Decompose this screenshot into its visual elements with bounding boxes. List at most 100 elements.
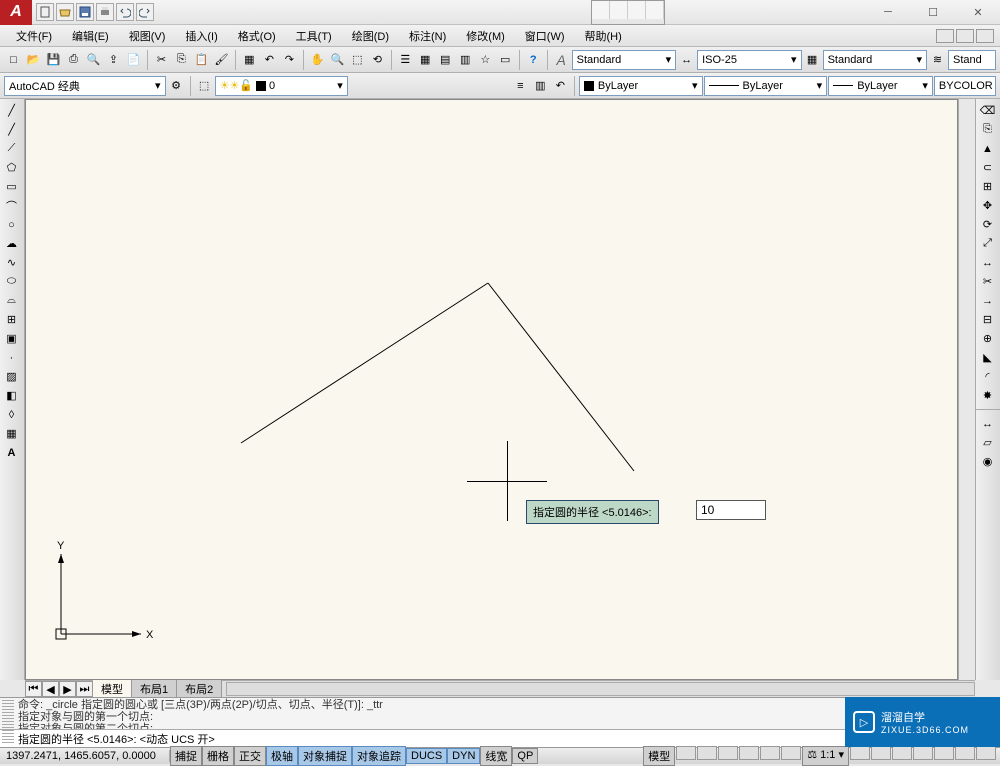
offset-icon[interactable]: ⊂ [976, 158, 999, 177]
tab-last-icon[interactable]: ⏭ [76, 681, 93, 697]
polygon-icon[interactable]: ⬠ [0, 158, 23, 177]
qat-open-icon[interactable] [56, 3, 74, 21]
model-space-button[interactable]: 模型 [643, 746, 675, 766]
point-icon[interactable]: · [0, 348, 23, 367]
cmd-grip-icon[interactable] [2, 700, 14, 744]
isolate-icon[interactable] [955, 746, 975, 760]
props-icon[interactable]: ☰ [396, 50, 415, 70]
layer-iso-icon[interactable]: ▥ [531, 76, 550, 96]
copy-obj-icon[interactable]: ⎘ [976, 120, 999, 139]
ellipse-icon[interactable]: ⬭ [0, 272, 23, 291]
workspace-combo[interactable]: AutoCAD 经典 ▾ [4, 76, 166, 96]
tab-next-icon[interactable]: ▶ [59, 681, 76, 697]
line-icon[interactable]: ╱ [0, 101, 23, 120]
trim-icon[interactable]: ✂ [976, 272, 999, 291]
stretch-icon[interactable]: ↔ [976, 253, 999, 272]
fillet-icon[interactable]: ◜ [976, 367, 999, 386]
pan-icon[interactable]: ✋ [308, 50, 327, 70]
polar-toggle[interactable]: 极轴 [266, 746, 298, 766]
explode-icon[interactable]: ✸ [976, 386, 999, 405]
pan-status-icon[interactable] [718, 746, 738, 760]
markup-icon[interactable]: ☆ [476, 50, 495, 70]
dyn-toggle[interactable]: DYN [447, 748, 480, 764]
cut-icon[interactable]: ✂ [152, 50, 171, 70]
textstyle-icon[interactable]: A [552, 50, 571, 70]
ellipse-arc-icon[interactable]: ⌓ [0, 291, 23, 310]
menu-window[interactable]: 窗口(W) [515, 26, 575, 46]
hw-accel-icon[interactable] [934, 746, 954, 760]
qp-toggle[interactable]: QP [512, 748, 538, 764]
copy-icon[interactable]: ⎘ [172, 50, 191, 70]
tab-layout2[interactable]: 布局2 [177, 680, 222, 698]
plot-icon[interactable]: 📄 [124, 50, 143, 70]
layer-props-icon[interactable]: ⬚ [195, 76, 214, 96]
menu-file[interactable]: 文件(F) [6, 26, 62, 46]
sheet-icon[interactable]: ▥ [456, 50, 475, 70]
menu-dim[interactable]: 标注(N) [399, 26, 456, 46]
showmotion-icon[interactable] [781, 746, 801, 760]
tab-model[interactable]: 模型 [93, 680, 132, 698]
minimize-button[interactable]: ─ [866, 0, 910, 25]
zoom-win-icon[interactable]: ⬚ [348, 50, 367, 70]
insert-icon[interactable]: ⊞ [0, 310, 23, 329]
snap-toggle[interactable]: 捕捉 [170, 746, 202, 766]
cleanscreen-icon[interactable] [976, 746, 996, 760]
paste-icon[interactable]: 📋 [192, 50, 211, 70]
doc-close-icon[interactable] [976, 29, 994, 43]
quickview-layouts-icon[interactable] [676, 746, 696, 760]
ws-switch-icon[interactable] [892, 746, 912, 760]
extend-icon[interactable]: → [976, 291, 999, 310]
block-make-icon[interactable]: ▣ [0, 329, 23, 348]
close-button[interactable]: ✕ [956, 0, 1000, 25]
dist-icon[interactable]: ↔ [976, 414, 999, 433]
arc-icon[interactable]: ⌒ [0, 196, 23, 215]
plotstyle-combo[interactable]: BYCOLOR [934, 76, 996, 96]
region-icon[interactable]: ◊ [0, 405, 23, 424]
mlstyle-icon[interactable]: ≋ [928, 50, 947, 70]
coordinates-display[interactable]: 1397.2471, 1465.6057, 0.0000 [0, 750, 170, 762]
tab-layout1[interactable]: 布局1 [132, 680, 177, 698]
tablestyle-icon[interactable]: ▦ [803, 50, 822, 70]
workspace-gear-icon[interactable]: ⚙ [167, 76, 186, 96]
dcenter-icon[interactable]: ▦ [416, 50, 435, 70]
maximize-button[interactable]: ☐ [911, 0, 955, 25]
erase-icon[interactable]: ⌫ [976, 101, 999, 120]
undo-icon[interactable]: ↶ [260, 50, 279, 70]
horizontal-scrollbar[interactable] [226, 682, 975, 696]
drawing-canvas[interactable]: 指定圆的半径 <5.0146>: X Y [25, 99, 958, 680]
pointer-icon[interactable] [610, 1, 628, 19]
annoscale-combo[interactable]: ⚖ 1:1 ▾ [802, 746, 849, 766]
ml-style-combo[interactable]: Stand [948, 50, 996, 70]
color-combo[interactable]: ByLayer▾ [579, 76, 703, 96]
layer-state-icon[interactable]: ≡ [511, 76, 530, 96]
zoom-rt-icon[interactable]: 🔍 [328, 50, 347, 70]
array-icon[interactable]: ⊞ [976, 177, 999, 196]
doc-minimize-icon[interactable] [936, 29, 954, 43]
ducs-toggle[interactable]: DUCS [406, 748, 447, 764]
dimstyle-icon[interactable]: ↔ [677, 50, 696, 70]
table-icon[interactable]: ▦ [0, 424, 23, 443]
text-style-combo[interactable]: Standard▾ [572, 50, 676, 70]
osnap-toggle[interactable]: 对象捕捉 [298, 746, 352, 766]
qat-new-icon[interactable] [36, 3, 54, 21]
layer-combo[interactable]: ☀ ☀ 🔓 0 ▾ [215, 76, 348, 96]
calc-icon[interactable]: ▭ [496, 50, 515, 70]
grid-toggle[interactable]: 栅格 [202, 746, 234, 766]
scale-icon[interactable]: ⤢ [976, 234, 999, 253]
lineweight-combo[interactable]: ByLayer▾ [828, 76, 933, 96]
key-icon[interactable] [628, 1, 646, 19]
menu-format[interactable]: 格式(O) [228, 26, 286, 46]
break-icon[interactable]: ⊟ [976, 310, 999, 329]
menu-draw[interactable]: 绘图(D) [342, 26, 399, 46]
block-icon[interactable]: ▦ [240, 50, 259, 70]
tab-prev-icon[interactable]: ◀ [42, 681, 59, 697]
chamfer-icon[interactable]: ◣ [976, 348, 999, 367]
qat-undo-icon[interactable] [116, 3, 134, 21]
rectangle-icon[interactable]: ▭ [0, 177, 23, 196]
publish-icon[interactable]: ⇪ [104, 50, 123, 70]
doc-restore-icon[interactable] [956, 29, 974, 43]
app-logo[interactable]: A [0, 0, 32, 25]
tab-first-icon[interactable]: ⏮ [25, 681, 42, 697]
qat-save-icon[interactable] [76, 3, 94, 21]
menu-tools[interactable]: 工具(T) [286, 26, 342, 46]
